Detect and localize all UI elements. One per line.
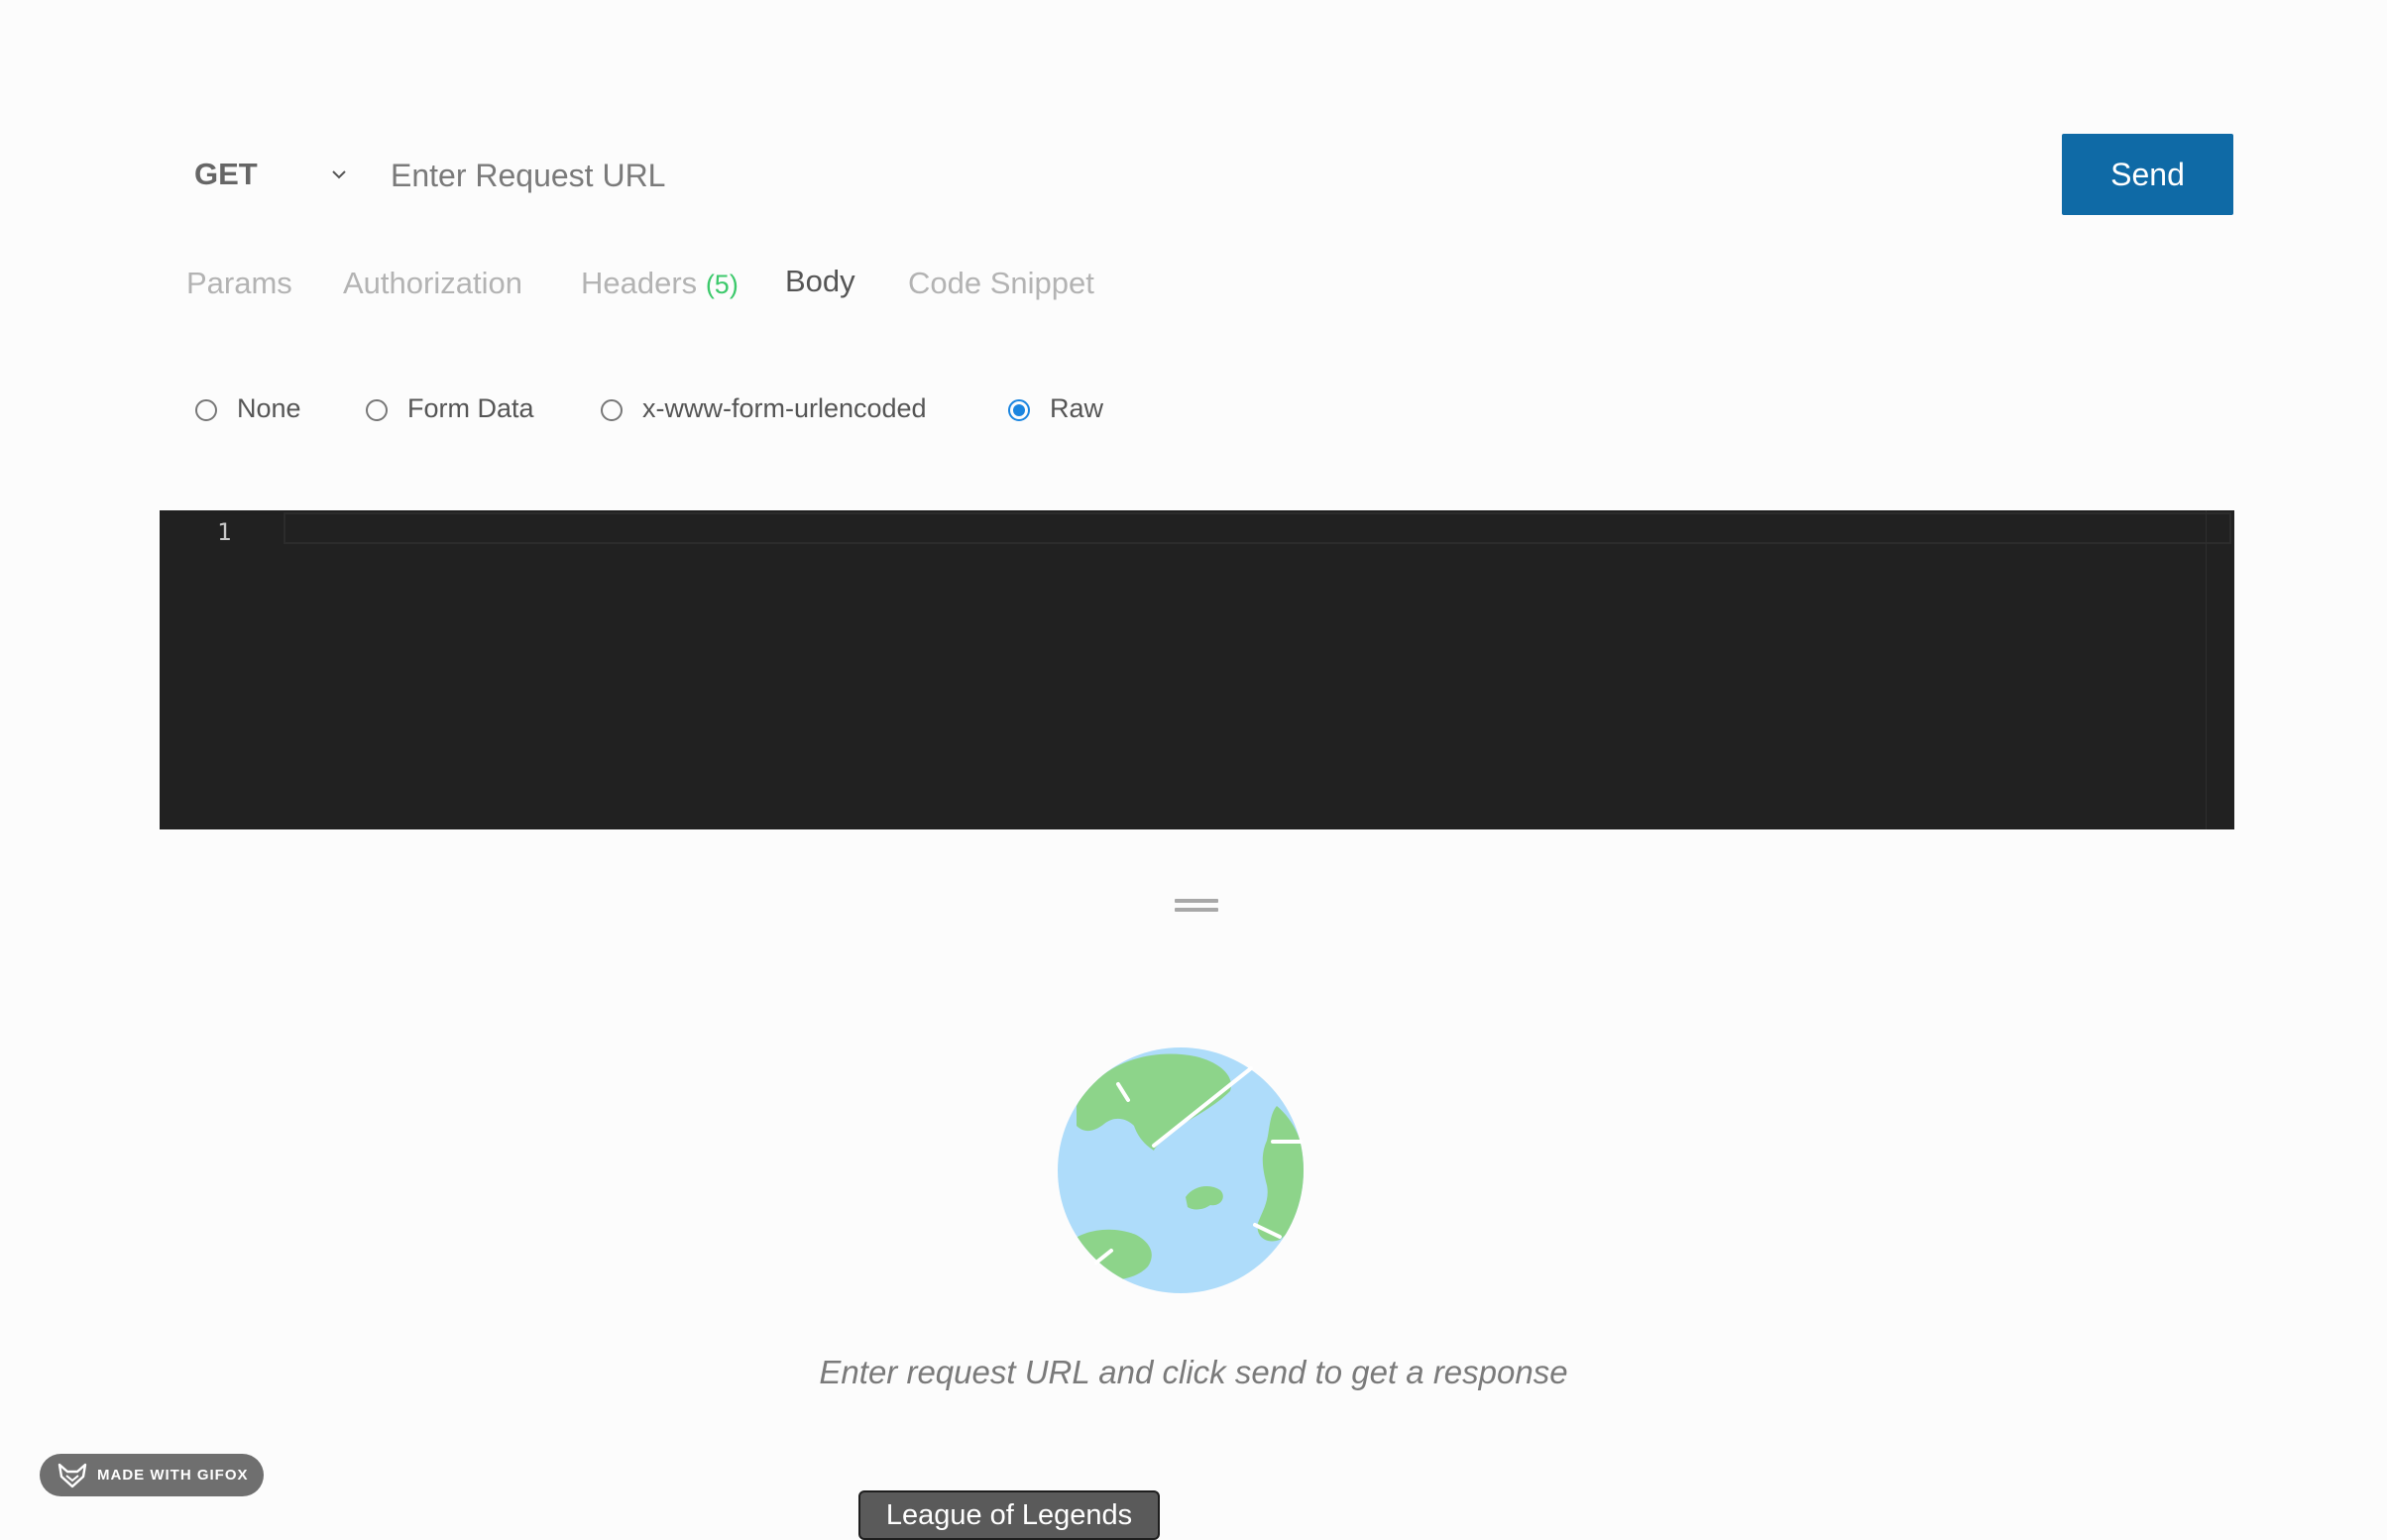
radio-urlencoded[interactable]: x-www-form-urlencoded <box>601 388 927 428</box>
radio-raw-circle[interactable] <box>1008 399 1030 421</box>
resize-handle[interactable] <box>1175 897 1218 913</box>
tab-headers[interactable]: Headers (5) <box>581 266 739 301</box>
tab-body[interactable]: Body <box>785 264 855 299</box>
radio-urlencoded-label: x-www-form-urlencoded <box>642 392 927 423</box>
chevron-down-icon <box>332 170 346 179</box>
radio-raw[interactable]: Raw <box>1008 388 1103 428</box>
editor-active-line[interactable] <box>284 512 2231 544</box>
radio-raw-label: Raw <box>1050 392 1104 423</box>
tab-params[interactable]: Params <box>186 266 292 301</box>
fox-logo-icon <box>57 1463 87 1487</box>
tab-authorization[interactable]: Authorization <box>343 266 522 301</box>
gifox-badge-text: MADE WITH GIFOX <box>97 1467 249 1484</box>
raw-body-editor[interactable]: 1 <box>160 510 2234 829</box>
empty-response-message: Enter request URL and click send to get … <box>819 1354 1568 1390</box>
tab-headers-label: Headers <box>581 266 698 300</box>
radio-none-label: None <box>237 392 301 423</box>
radio-none-circle[interactable] <box>195 399 217 421</box>
line-number: 1 <box>217 518 232 546</box>
tab-code-snippet[interactable]: Code Snippet <box>908 266 1094 301</box>
radio-urlencoded-circle[interactable] <box>601 399 623 421</box>
editor-scroll-rail[interactable] <box>2206 510 2207 829</box>
request-url-input[interactable] <box>389 145 2018 206</box>
headers-count-badge: (5) <box>705 270 739 299</box>
gifox-badge: MADE WITH GIFOX <box>40 1454 264 1496</box>
radio-none[interactable]: None <box>195 388 301 428</box>
globe-icon <box>1058 1047 1304 1293</box>
radio-form-data[interactable]: Form Data <box>366 388 534 428</box>
radio-form-data-label: Form Data <box>407 392 534 423</box>
send-button[interactable]: Send <box>2062 134 2233 215</box>
method-label: GET <box>194 157 258 191</box>
radio-form-data-circle[interactable] <box>366 399 388 421</box>
tooltip: League of Legends <box>858 1490 1160 1540</box>
